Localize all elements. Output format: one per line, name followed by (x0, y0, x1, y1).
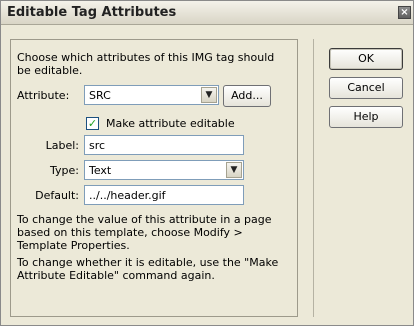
close-icon[interactable]: × (398, 6, 411, 19)
add-attribute-button[interactable]: Add... (223, 85, 271, 107)
type-select[interactable]: Text ▼ (84, 160, 244, 180)
dialog-title: Editable Tag Attributes (7, 5, 177, 20)
cancel-button[interactable]: Cancel (329, 77, 403, 99)
divider (313, 39, 314, 317)
type-field-label: Type: (50, 164, 79, 177)
title-bar[interactable]: Editable Tag Attributes × (1, 1, 413, 25)
default-field-label: Default: (35, 189, 79, 202)
checkmark-icon: ✓ (87, 117, 98, 130)
attribute-select[interactable]: SRC ▼ (84, 85, 219, 105)
chevron-down-icon[interactable]: ▼ (201, 87, 217, 103)
attribute-label: Attribute: (17, 89, 70, 102)
make-editable-checkbox[interactable]: ✓ (86, 117, 99, 130)
chevron-down-icon[interactable]: ▼ (226, 162, 242, 178)
editable-tag-attributes-dialog: Editable Tag Attributes × Choose which a… (0, 0, 414, 326)
default-input-value: ../../header.gif (89, 189, 166, 202)
label-field-label: Label: (45, 139, 79, 152)
help-button[interactable]: Help (329, 106, 403, 128)
intro-text: Choose which attributes of this IMG tag … (17, 51, 275, 77)
change-editable-help-text: To change whether it is editable, use th… (17, 256, 279, 282)
ok-button[interactable]: OK (329, 48, 403, 70)
label-input[interactable]: src (84, 135, 244, 155)
attribute-select-value: SRC (89, 89, 111, 102)
change-value-help-text: To change the value of this attribute in… (17, 213, 272, 252)
label-input-value: src (89, 139, 106, 152)
type-select-value: Text (89, 164, 112, 177)
make-editable-label: Make attribute editable (106, 117, 235, 130)
default-input[interactable]: ../../header.gif (84, 185, 244, 205)
